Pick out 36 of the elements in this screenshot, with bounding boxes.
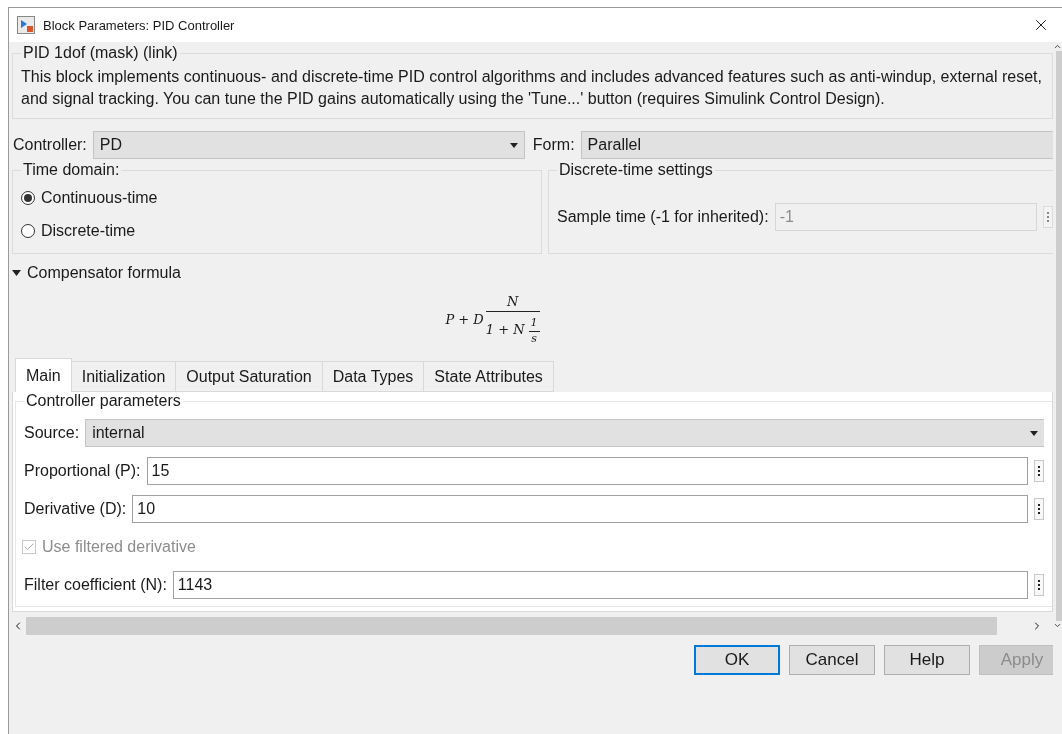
dialog-button[interactable]: Cancel [789,645,875,675]
controller-dropdown[interactable]: PD [92,131,525,159]
mask-title: PID 1dof (mask) (link) [22,44,179,62]
tab[interactable]: Output Saturation [175,361,323,392]
formula-denominator: s [531,331,537,345]
tab[interactable]: State Attributes [423,361,554,392]
sample-time-label: Sample time (-1 for inherited): [557,208,769,226]
time-domain-title: Time domain: [22,161,121,179]
parameter-field[interactable]: 1143 [172,571,1028,599]
parameter-label: Filter coefficient (N): [24,576,167,594]
dialog-button[interactable]: Help [884,645,970,675]
source-dropdown[interactable]: internal [85,419,1044,447]
tab[interactable]: Main [15,358,72,392]
formula-numerator: N [485,293,540,312]
form-dropdown[interactable]: Parallel [580,131,1053,159]
tab[interactable]: Initialization [70,361,177,392]
formula-term: P + D [445,311,484,327]
parameter-field[interactable]: 10 [132,495,1028,523]
dialog-button[interactable]: OK [694,645,780,675]
parameter-label: Derivative (D): [24,500,127,518]
formula-denominator: 1 + N [485,321,525,337]
source-label: Source: [24,424,80,442]
checkbox-label: Use filtered derivative [42,538,196,556]
form-label: Form: [532,136,575,154]
window-title: Block Parameters: PID Controller [43,17,235,33]
parameter-field[interactable]: 15 [146,457,1028,485]
block-description: This block implements continuous- and discrete-time PID control algorithms and includes advanced features such as anti-windup, external reset, and signal tracking. You can tune the PID gains automatically using the 'Tune...' button (requires Simulink Control Design). [21,67,1043,109]
tab[interactable]: Data Types [321,361,425,392]
controller-label: Controller: [13,136,87,154]
radio-label: Discrete-time [41,221,136,240]
compensator-formula-toggle[interactable]: Compensator formula [27,264,181,282]
parameter-label: Proportional (P): [24,462,141,480]
radio-label: Continuous-time [41,188,158,207]
controller-parameters-title: Controller parameters [25,392,182,410]
formula-numerator: 1 [528,313,540,332]
discrete-settings-title: Discrete-time settings [558,161,714,179]
